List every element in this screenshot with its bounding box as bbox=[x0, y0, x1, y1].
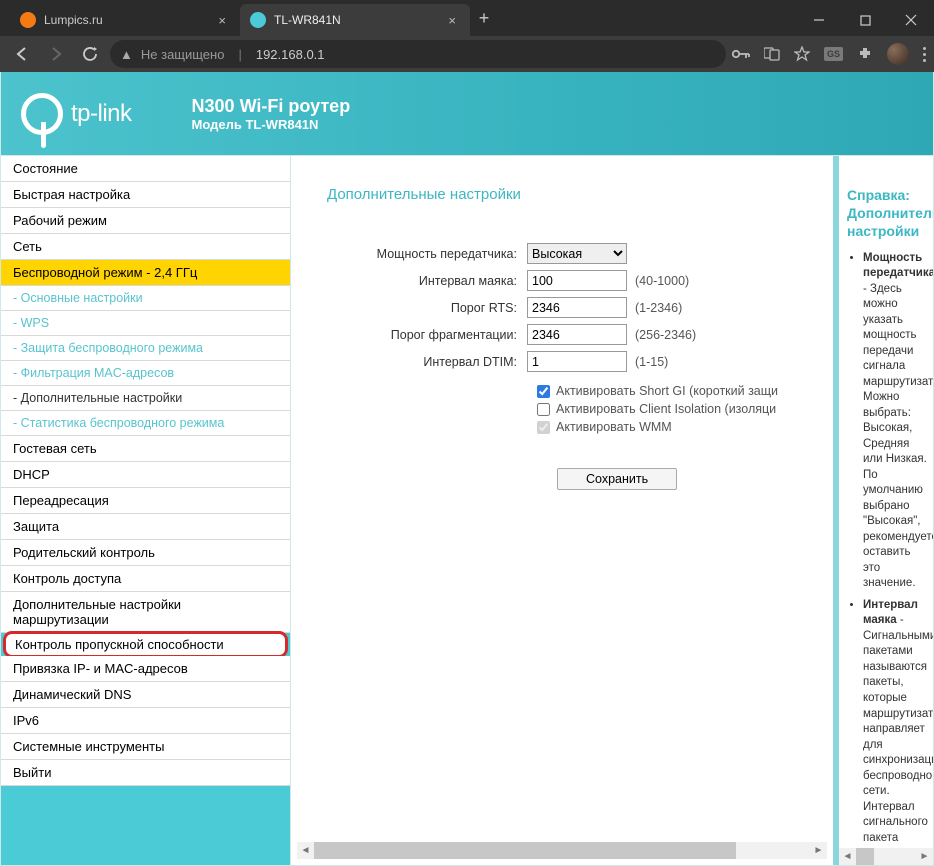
close-icon[interactable]: × bbox=[444, 13, 460, 28]
sidebar-item[interactable]: Выйти bbox=[1, 760, 290, 786]
tab-title: Lumpics.ru bbox=[44, 13, 103, 27]
frag-note: (256-2346) bbox=[635, 328, 696, 342]
profile-avatar[interactable] bbox=[887, 43, 909, 65]
header-banner: tp-link N300 Wi-Fi роутер Модель TL-WR84… bbox=[0, 72, 934, 156]
isolation-label: Активировать Client Isolation (изоляци bbox=[556, 402, 776, 416]
settings-form: Мощность передатчика: Высокая Интервал м… bbox=[337, 243, 827, 490]
wmm-label: Активировать WMM bbox=[556, 420, 672, 434]
close-window-button[interactable] bbox=[888, 4, 934, 36]
new-tab-button[interactable]: + bbox=[470, 4, 498, 32]
sidebar-item[interactable]: Переадресация bbox=[1, 488, 290, 514]
rts-input[interactable] bbox=[527, 297, 627, 318]
router-model: Модель TL-WR841N bbox=[192, 117, 351, 132]
help-item: Мощность передатчика - Здесь можно указа… bbox=[863, 251, 929, 592]
save-button[interactable]: Сохранить bbox=[557, 468, 677, 490]
minimize-button[interactable] bbox=[796, 4, 842, 36]
help-list: Мощность передатчика - Здесь можно указа… bbox=[847, 251, 929, 848]
key-icon[interactable] bbox=[732, 49, 750, 59]
browser-tab-1[interactable]: Lumpics.ru × bbox=[10, 4, 240, 36]
tab-title: TL-WR841N bbox=[274, 13, 341, 27]
security-label: Не защищено bbox=[141, 47, 225, 62]
frag-label: Порог фрагментации: bbox=[337, 328, 527, 342]
brand-text: tp-link bbox=[71, 100, 132, 128]
insecure-icon: ▲ bbox=[120, 47, 133, 62]
sidebar-item[interactable]: Контроль пропускной способности bbox=[3, 631, 288, 658]
help-item: Интервал маяка - Сигнальными пакетами на… bbox=[863, 598, 929, 848]
url-field[interactable]: ▲ Не защищено | 192.168.0.1 bbox=[110, 40, 726, 68]
dtim-label: Интервал DTIM: bbox=[337, 355, 527, 369]
help-title: Справка: Дополнительные настройки bbox=[847, 186, 929, 241]
maximize-button[interactable] bbox=[842, 4, 888, 36]
sidebar-subitem[interactable]: - Основные настройки bbox=[1, 286, 290, 311]
sidebar-item[interactable]: Состояние bbox=[1, 156, 290, 182]
rts-note: (1-2346) bbox=[635, 301, 682, 315]
sidebar-item[interactable]: Рабочий режим bbox=[1, 208, 290, 234]
sidebar-item[interactable]: Сеть bbox=[1, 234, 290, 260]
forward-button[interactable] bbox=[42, 40, 70, 68]
close-icon[interactable]: × bbox=[214, 13, 230, 28]
gs-icon[interactable]: GS bbox=[824, 47, 843, 61]
beacon-note: (40-1000) bbox=[635, 274, 689, 288]
reload-button[interactable] bbox=[76, 40, 104, 68]
tx-power-select[interactable]: Высокая bbox=[527, 243, 627, 264]
beacon-input[interactable] bbox=[527, 270, 627, 291]
dtim-input[interactable] bbox=[527, 351, 627, 372]
sidebar-subitem[interactable]: - Статистика беспроводного режима bbox=[1, 411, 290, 436]
menu-button[interactable] bbox=[923, 47, 926, 62]
sidebar-subitem[interactable]: - WPS bbox=[1, 311, 290, 336]
sidebar-item[interactable]: Беспроводной режим - 2,4 ГГц bbox=[1, 260, 290, 286]
help-hscroll[interactable]: ◄ ► bbox=[839, 848, 933, 865]
sidebar-item[interactable]: Гостевая сеть bbox=[1, 436, 290, 462]
sidebar-item[interactable]: Быстрая настройка bbox=[1, 182, 290, 208]
router-info: N300 Wi-Fi роутер Модель TL-WR841N bbox=[192, 96, 351, 132]
browser-titlebar: Lumpics.ru × TL-WR841N × + bbox=[0, 0, 934, 36]
sidebar: СостояниеБыстрая настройкаРабочий режимС… bbox=[1, 156, 291, 865]
sidebar-subitem[interactable]: - Защита беспроводного режима bbox=[1, 336, 290, 361]
sidebar-subitem[interactable]: - Дополнительные настройки bbox=[1, 386, 290, 411]
frag-input[interactable] bbox=[527, 324, 627, 345]
extensions-icon[interactable] bbox=[857, 46, 873, 62]
scroll-left-icon[interactable]: ◄ bbox=[839, 851, 856, 862]
sidebar-item[interactable]: Контроль доступа bbox=[1, 566, 290, 592]
back-button[interactable] bbox=[8, 40, 36, 68]
wmm-checkbox[interactable] bbox=[537, 421, 550, 434]
router-title: N300 Wi-Fi роутер bbox=[192, 96, 351, 117]
rts-label: Порог RTS: bbox=[337, 301, 527, 315]
sidebar-item[interactable]: Системные инструменты bbox=[1, 734, 290, 760]
short-gi-checkbox[interactable] bbox=[537, 385, 550, 398]
scroll-right-icon[interactable]: ► bbox=[810, 845, 827, 856]
sidebar-item[interactable]: IPv6 bbox=[1, 708, 290, 734]
content-area: Дополнительные настройки Мощность переда… bbox=[291, 156, 833, 865]
address-bar: ▲ Не защищено | 192.168.0.1 GS bbox=[0, 36, 934, 72]
scroll-left-icon[interactable]: ◄ bbox=[297, 845, 314, 856]
sidebar-subitem[interactable]: - Фильтрация MAC-адресов bbox=[1, 361, 290, 386]
window-controls bbox=[796, 4, 934, 36]
help-panel: Справка: Дополнительные настройки Мощнос… bbox=[833, 156, 933, 865]
sidebar-item[interactable]: DHCP bbox=[1, 462, 290, 488]
content-hscroll[interactable]: ◄ ► bbox=[297, 842, 827, 859]
favicon-icon bbox=[250, 12, 266, 28]
sidebar-item[interactable]: Дополнительные настройки маршрутизации bbox=[1, 592, 290, 633]
browser-tab-2[interactable]: TL-WR841N × bbox=[240, 4, 470, 36]
beacon-label: Интервал маяка: bbox=[337, 274, 527, 288]
brand-logo: tp-link bbox=[21, 93, 132, 135]
scroll-right-icon[interactable]: ► bbox=[916, 851, 933, 862]
toolbar-icons: GS bbox=[732, 43, 926, 65]
star-icon[interactable] bbox=[794, 46, 810, 62]
isolation-checkbox[interactable] bbox=[537, 403, 550, 416]
sidebar-item[interactable]: Родительский контроль bbox=[1, 540, 290, 566]
sidebar-item[interactable]: Привязка IP- и MAC-адресов bbox=[1, 656, 290, 682]
main-layout: СостояниеБыстрая настройкаРабочий режимС… bbox=[0, 156, 934, 866]
tab-strip: Lumpics.ru × TL-WR841N × + bbox=[0, 4, 796, 36]
content-title: Дополнительные настройки bbox=[327, 186, 827, 203]
favicon-icon bbox=[20, 12, 36, 28]
sidebar-item[interactable]: Динамический DNS bbox=[1, 682, 290, 708]
sidebar-item[interactable]: Защита bbox=[1, 514, 290, 540]
dtim-note: (1-15) bbox=[635, 355, 668, 369]
tx-power-label: Мощность передатчика: bbox=[337, 247, 527, 261]
logo-icon bbox=[21, 93, 63, 135]
translate-icon[interactable] bbox=[764, 47, 780, 61]
url-text: 192.168.0.1 bbox=[256, 47, 325, 62]
short-gi-label: Активировать Short GI (короткий защи bbox=[556, 384, 778, 398]
